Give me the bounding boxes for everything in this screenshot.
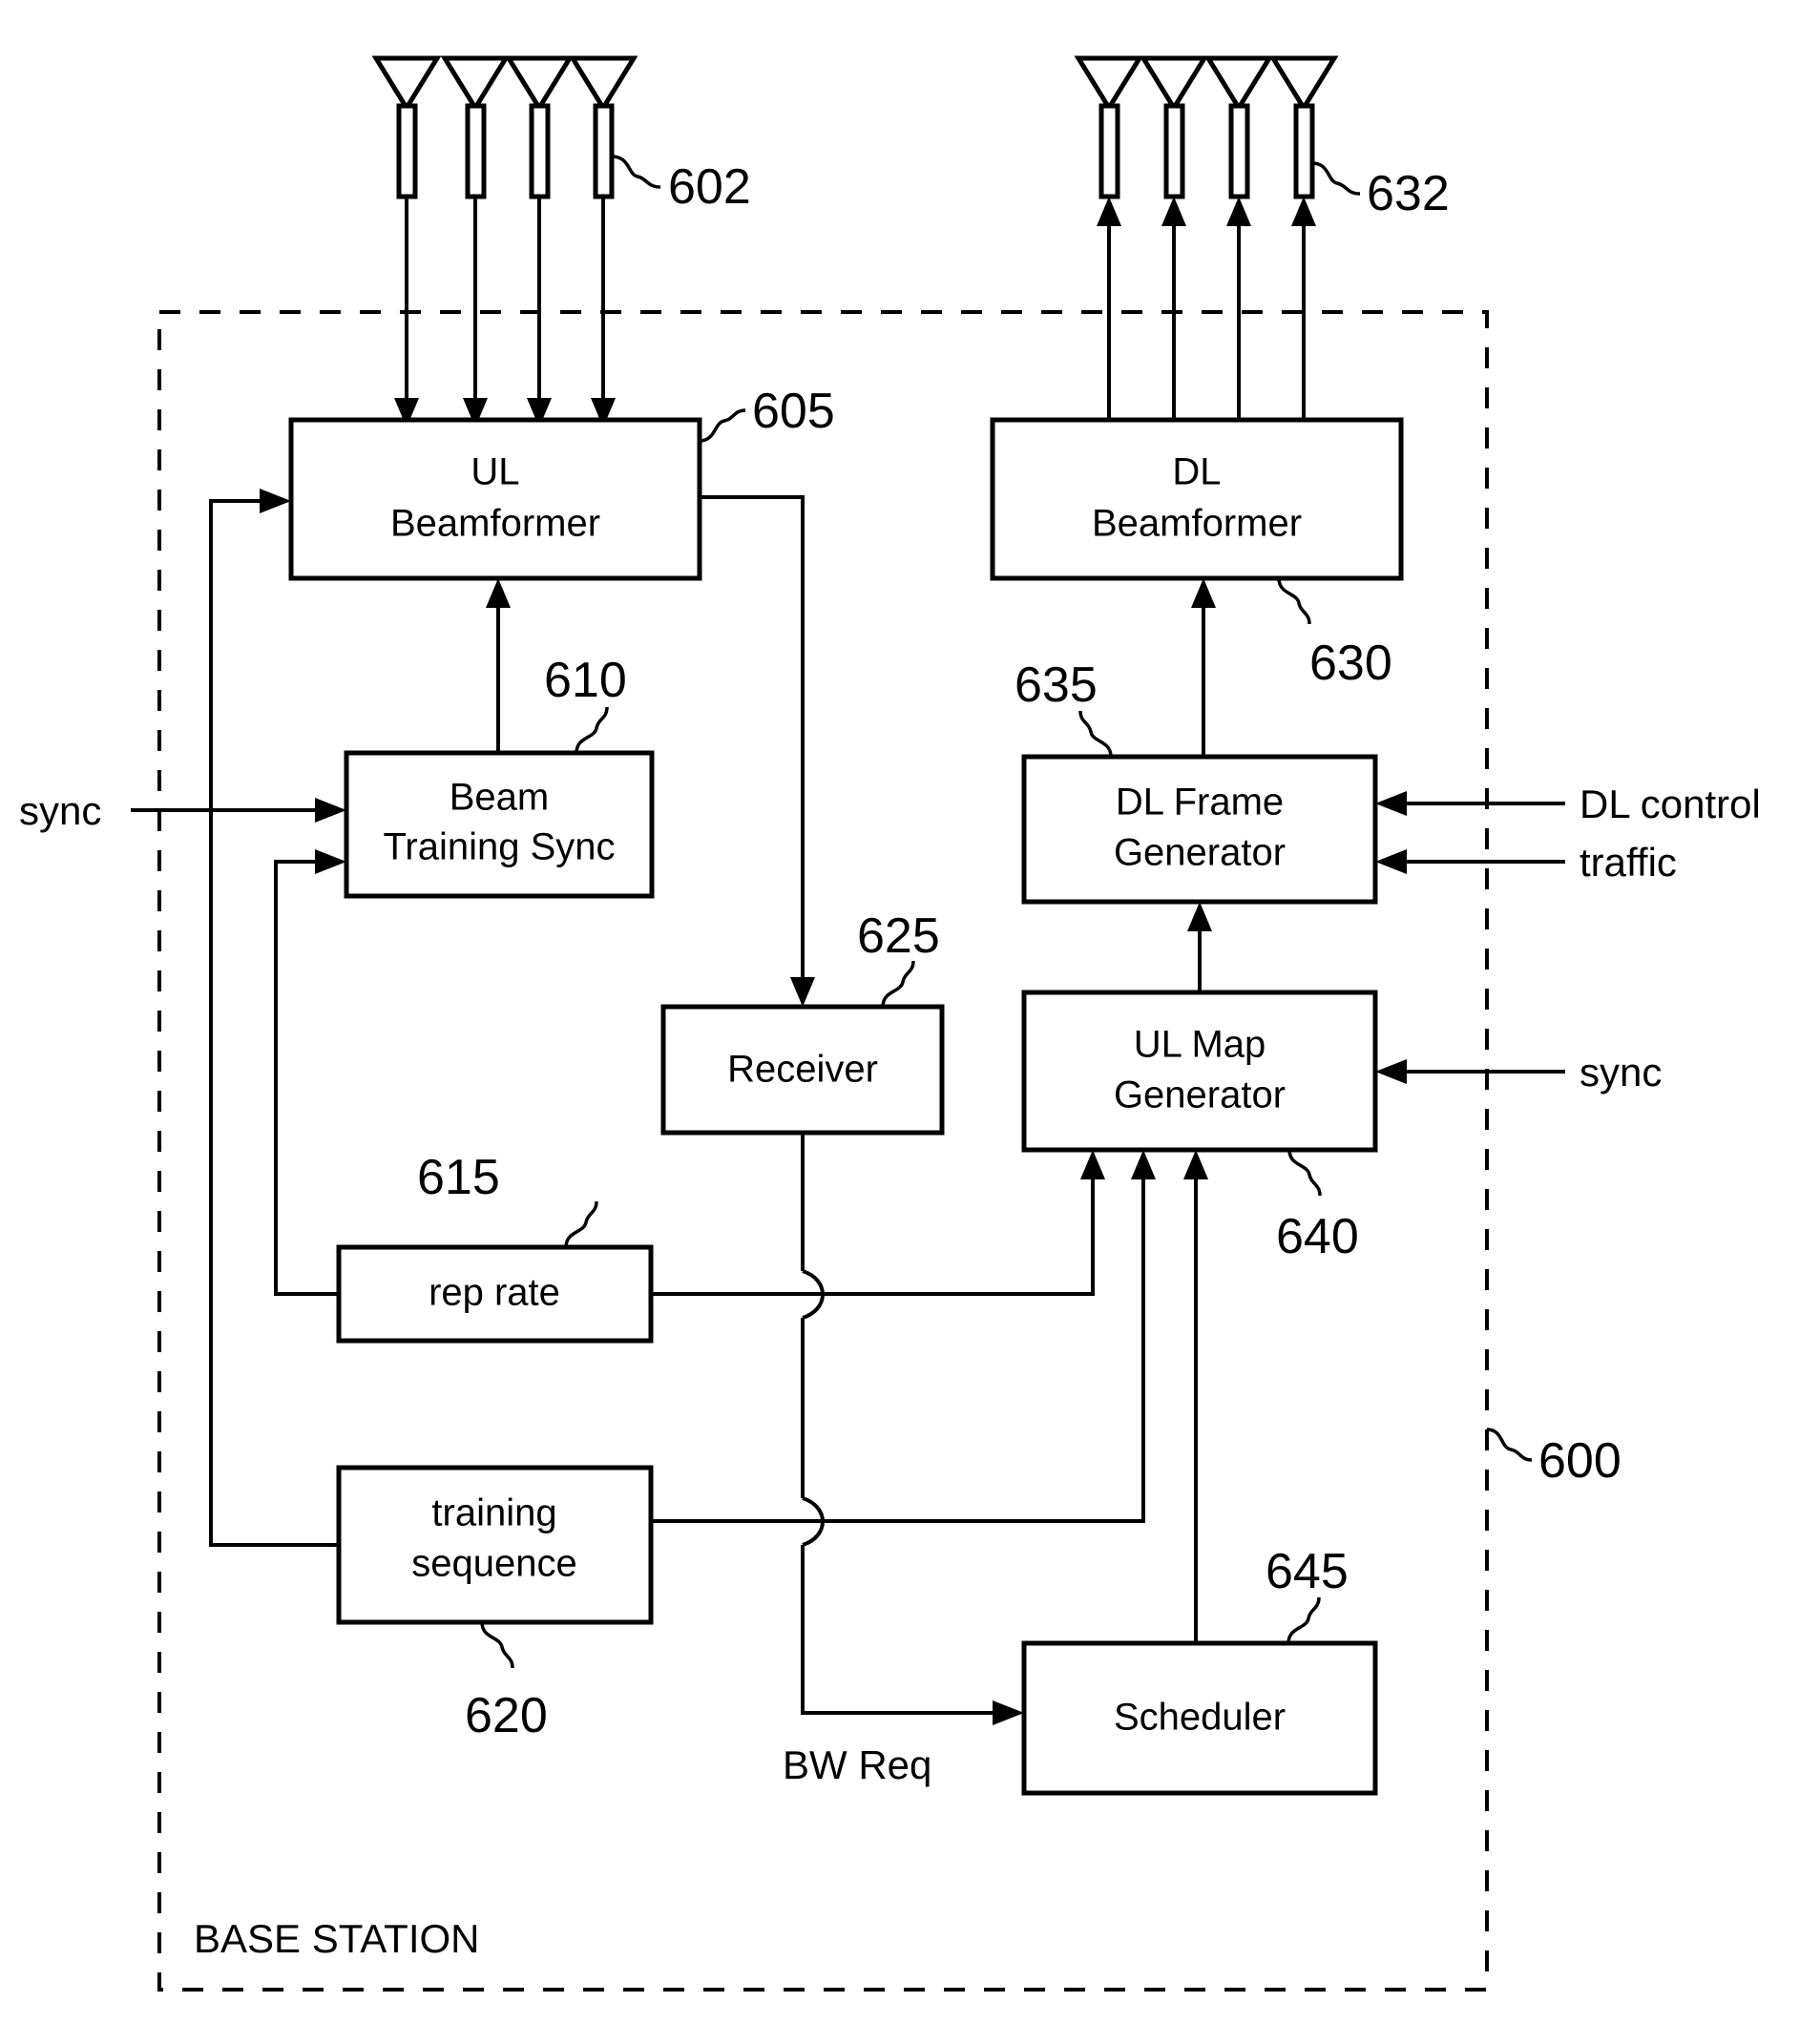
traffic-label: traffic — [1579, 840, 1677, 885]
ref-610: 610 — [544, 653, 627, 708]
beam-training-sync-label-line1: Beam — [450, 777, 550, 819]
wire-reprate-to-training — [274, 849, 346, 1296]
dl-control-input: DL control — [1375, 782, 1761, 826]
wire-trainingseq-to-ulmap — [651, 1150, 1156, 1523]
ul-map-generator-label-line1: UL Map — [1134, 1024, 1266, 1066]
beam-training-sync-label-line2: Training Sync — [383, 826, 615, 868]
traffic-input: traffic — [1375, 840, 1677, 885]
ref-620-leader: 620 — [465, 1621, 548, 1743]
wire-dlframe-to-dlbf — [1191, 578, 1216, 757]
block-beam-training-sync[interactable]: Beam Training Sync — [344, 750, 655, 899]
sync-input-right: sync — [1375, 1050, 1662, 1095]
downlink-antenna-1 — [1074, 55, 1144, 199]
wire-receiver-to-scheduler: BW Req — [783, 1133, 1024, 1787]
downlink-antenna-4 — [1268, 55, 1339, 199]
ref-610-leader: 610 — [544, 653, 627, 754]
ul-beamformer-label-line1: UL — [471, 451, 519, 493]
ref-635: 635 — [1015, 657, 1098, 713]
ref-615: 615 — [417, 1150, 500, 1205]
block-scheduler[interactable]: Scheduler — [1021, 1640, 1378, 1796]
training-sequence-label-line1: training — [431, 1492, 556, 1534]
ul-map-generator-label-line2: Generator — [1114, 1074, 1286, 1116]
uplink-antenna-3 — [504, 55, 575, 199]
block-ul-map-generator[interactable]: UL Map Generator — [1021, 990, 1378, 1153]
ref-625: 625 — [857, 908, 940, 964]
ref-630: 630 — [1309, 636, 1392, 691]
ref-640: 640 — [1276, 1209, 1359, 1264]
block-training-sequence[interactable]: training sequence — [336, 1465, 654, 1625]
block-ul-beamformer[interactable]: UL Beamformer — [288, 417, 702, 581]
dl-control-label: DL control — [1579, 782, 1761, 826]
scheduler-label: Scheduler — [1114, 1697, 1286, 1739]
ref-640-leader: 640 — [1276, 1149, 1359, 1264]
ul-beamformer-label-line2: Beamformer — [390, 503, 600, 545]
block-dl-frame-generator[interactable]: DL Frame Generator — [1021, 754, 1378, 905]
rep-rate-label: rep rate — [429, 1272, 560, 1314]
ref-645-leader: 645 — [1266, 1544, 1349, 1644]
ref-630-leader: 630 — [1277, 577, 1392, 691]
uplink-antenna-1 — [371, 55, 442, 199]
sync-right-label: sync — [1579, 1050, 1662, 1095]
ref-600: 600 — [1538, 1433, 1621, 1489]
uplink-antenna-4 — [568, 55, 638, 199]
downlink-antenna-array: 632 — [1074, 55, 1450, 221]
uplink-feed-lines — [394, 197, 616, 428]
wire-reprate-to-ulmap — [651, 1150, 1105, 1296]
uplink-antenna-array: 602 — [371, 55, 751, 215]
figure-canvas: 602 632 600 BASE STATION UL Beamformer 6… — [0, 0, 1820, 2044]
dl-beamformer-label-line1: DL — [1172, 451, 1221, 493]
bw-req-label: BW Req — [783, 1742, 931, 1787]
wire-ulbf-to-receiver — [700, 495, 815, 1007]
uplink-antenna-2 — [440, 55, 511, 199]
block-dl-beamformer[interactable]: DL Beamformer — [990, 417, 1404, 581]
ref-605: 605 — [752, 384, 835, 439]
block-rep-rate[interactable]: rep rate — [336, 1244, 654, 1344]
ref-625-leader: 625 — [857, 908, 940, 1008]
ref-632: 632 — [1367, 166, 1450, 221]
receiver-label: Receiver — [727, 1049, 878, 1091]
ref-605-leader: 605 — [699, 384, 835, 443]
wire-training-to-ulbf — [486, 578, 511, 753]
downlink-antenna-2 — [1139, 55, 1209, 199]
base-station-label: BASE STATION — [194, 1916, 480, 1961]
training-sequence-label-line2: sequence — [411, 1543, 576, 1585]
dl-frame-generator-label-line1: DL Frame — [1116, 782, 1284, 824]
downlink-feed-lines — [1097, 197, 1316, 420]
ref-602: 602 — [668, 159, 751, 215]
ref-635-leader: 635 — [1015, 657, 1113, 758]
block-receiver[interactable]: Receiver — [660, 1004, 945, 1136]
ref-615-leader: 615 — [417, 1150, 598, 1248]
sync-left-label: sync — [19, 788, 101, 833]
dl-beamformer-label-line2: Beamformer — [1092, 503, 1302, 545]
ref-620: 620 — [465, 1688, 548, 1743]
ref-645: 645 — [1266, 1544, 1349, 1599]
block-diagram: 602 632 600 BASE STATION UL Beamformer 6… — [19, 55, 1761, 1992]
wire-ulmap-to-dlframe — [1187, 902, 1212, 992]
sync-input-left: sync — [19, 788, 346, 833]
dl-frame-generator-label-line2: Generator — [1114, 832, 1286, 874]
downlink-antenna-3 — [1203, 55, 1274, 199]
wire-scheduler-to-ulmap — [1183, 1150, 1208, 1643]
